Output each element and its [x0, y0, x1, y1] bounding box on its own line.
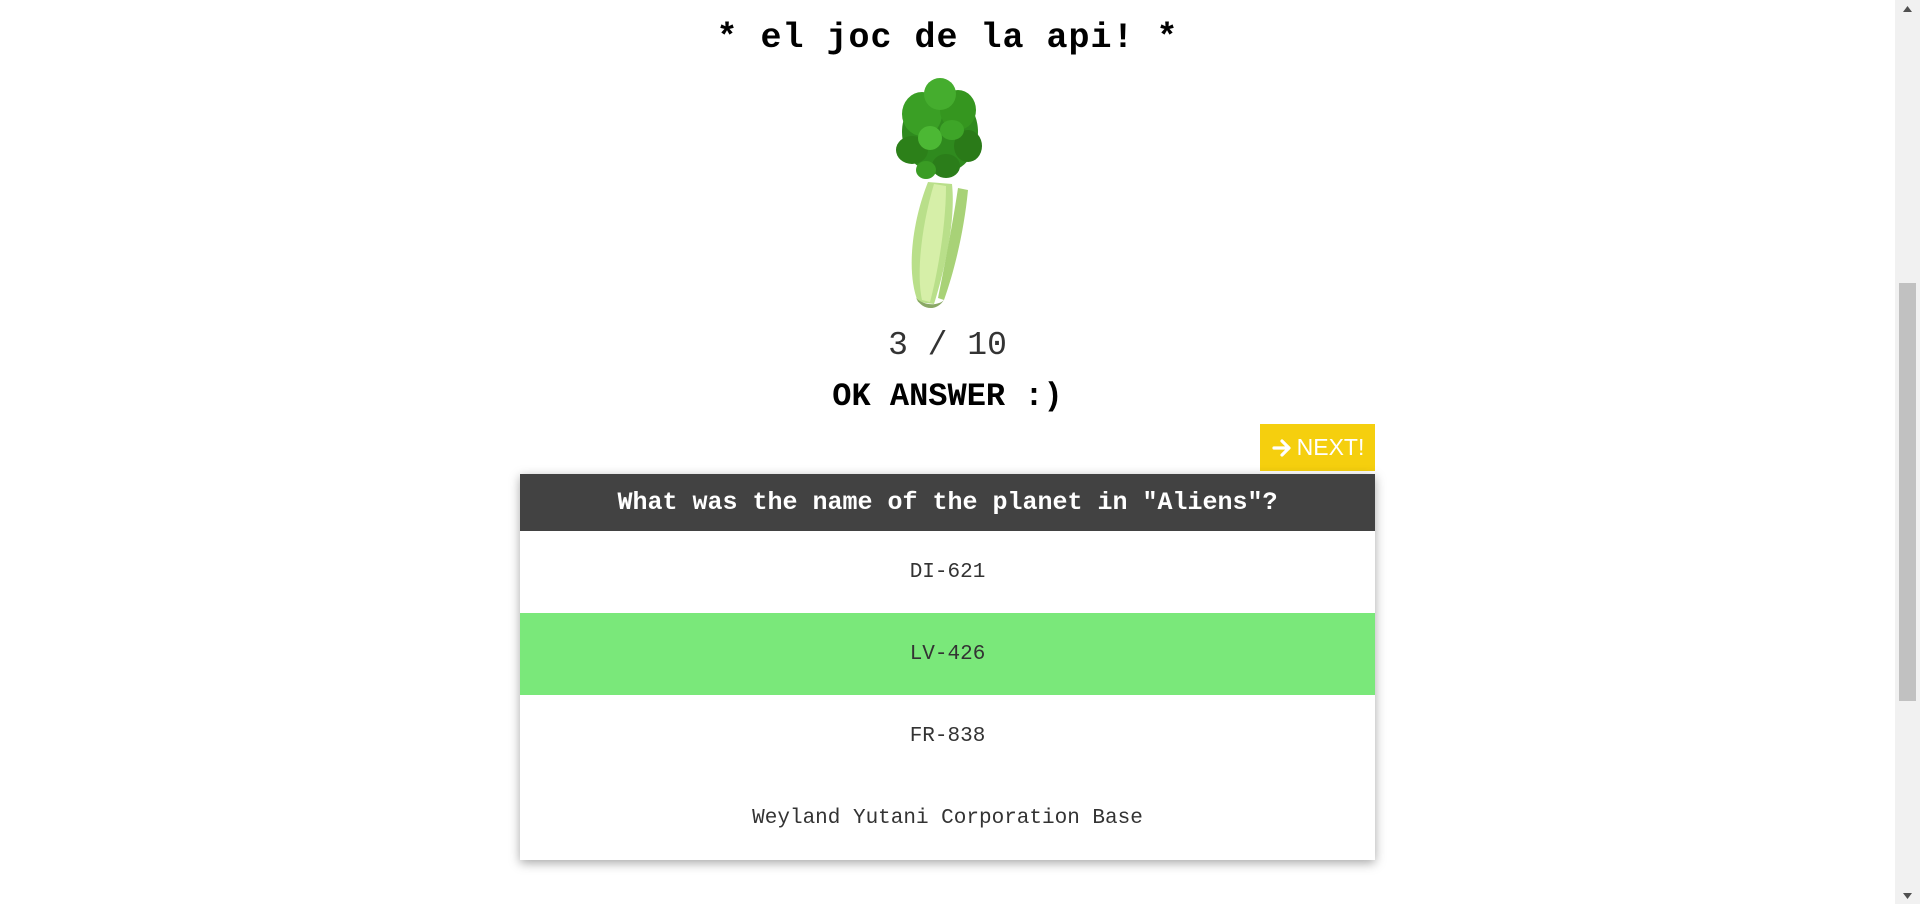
scroll-up-icon[interactable] [1895, 0, 1920, 17]
answer-option[interactable]: DI-621 [520, 531, 1375, 613]
vertical-scrollbar[interactable] [1895, 0, 1920, 904]
answer-feedback: OK ANSWER :) [832, 378, 1063, 415]
scroll-down-icon[interactable] [1895, 887, 1920, 904]
page: * el joc de la api! * 3 / 10 OK ANSWER :… [0, 0, 1920, 904]
answer-option[interactable]: FR-838 [520, 695, 1375, 777]
arrow-right-icon [1272, 438, 1291, 457]
scrollbar-thumb[interactable] [1899, 283, 1916, 701]
page-title: * el joc de la api! * [716, 18, 1179, 58]
next-button[interactable]: NEXT! [1260, 424, 1375, 471]
next-button-label: NEXT! [1296, 434, 1365, 460]
answer-option-correct[interactable]: LV-426 [520, 613, 1375, 695]
question-header: What was the name of the planet in "Alie… [520, 474, 1375, 531]
main-content: * el joc de la api! * 3 / 10 OK ANSWER :… [0, 0, 1895, 904]
quiz-card: What was the name of the planet in "Alie… [520, 474, 1375, 860]
celery-image [896, 78, 982, 309]
progress-counter: 3 / 10 [888, 327, 1007, 364]
answer-option[interactable]: Weyland Yutani Corporation Base [520, 777, 1375, 859]
